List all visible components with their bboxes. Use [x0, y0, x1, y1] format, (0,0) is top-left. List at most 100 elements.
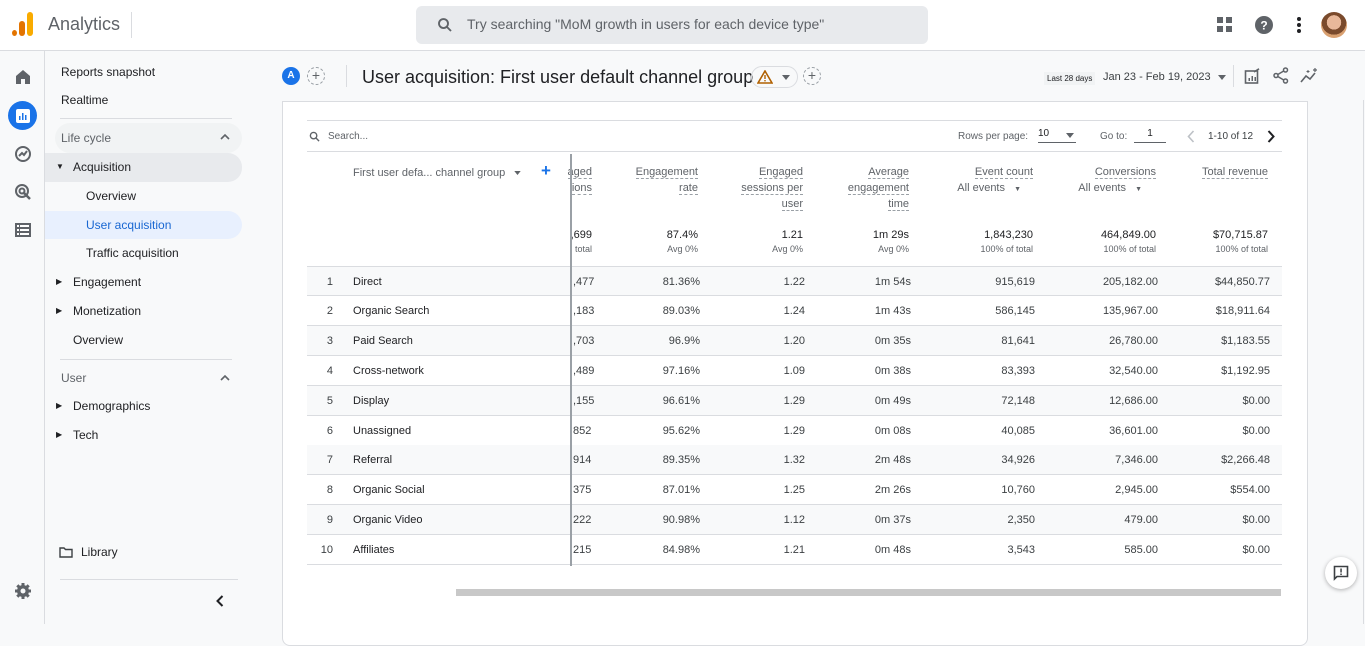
channel-name[interactable]: Referral [353, 445, 392, 475]
table-row[interactable]: 5 Display ,155 96.61% 1.29 0m 49s 72,148 12,686… [307, 385, 1282, 416]
explore-icon[interactable] [11, 142, 35, 166]
top-bar: Analytics Try searching "MoM growth in u… [0, 0, 1365, 51]
analytics-logo-icon[interactable] [12, 12, 34, 36]
metric-cell: 585.00 [1124, 544, 1158, 557]
row-index: 6 [326, 424, 333, 437]
share-icon[interactable] [1273, 67, 1289, 84]
metric-cell: $2,266.48 [1221, 454, 1270, 467]
rows-per-page-select[interactable]: 10 [1038, 128, 1076, 143]
vertical-scrollbar[interactable] [1363, 100, 1364, 624]
avatar[interactable] [1321, 12, 1347, 38]
metric-column-header[interactable]: Engagement rate [635, 164, 698, 196]
row-index: 1 [326, 276, 333, 288]
frozen-column-divider[interactable] [570, 154, 572, 566]
metric-column-header[interactable]: Average engagement time [847, 164, 909, 212]
metric-column-header[interactable]: Engaged sessions per user [741, 164, 803, 212]
metric-cell: 2,350 [1007, 514, 1035, 527]
table-row[interactable]: 2 Organic Search ,183 89.03% 1.24 1m 43s 586,1… [307, 296, 1282, 326]
table-row[interactable]: 3 Paid Search ,703 96.9% 1.20 0m 35s 81,641 26,… [307, 325, 1282, 356]
metric-column-header[interactable]: Event count All events ▼ [957, 164, 1033, 198]
sidebar-item-acquisition-overview[interactable]: Overview [86, 182, 136, 210]
sidebar-item-reports-snapshot[interactable]: Reports snapshot [61, 58, 155, 86]
settings-gear-icon[interactable] [11, 579, 35, 603]
row-index: 5 [326, 394, 333, 407]
channel-name[interactable]: Organic Video [353, 505, 423, 535]
table-row[interactable]: 7 Referral 914 89.35% 1.32 2m 48s 34,926 7,346.… [307, 445, 1282, 476]
sidebar-item-user-acquisition[interactable]: User acquisition [86, 211, 171, 239]
customize-report-icon[interactable] [1244, 68, 1261, 85]
apps-grid-icon[interactable] [1214, 14, 1236, 36]
advertising-icon[interactable] [11, 180, 35, 204]
insights-icon[interactable] [1300, 68, 1319, 84]
metric-cell: 915,619 [995, 276, 1035, 288]
channel-name[interactable]: Affiliates [353, 535, 394, 565]
configure-icon[interactable] [11, 218, 35, 242]
help-icon[interactable]: ? [1253, 14, 1275, 36]
channel-name[interactable]: Organic Social [353, 475, 425, 505]
channel-name[interactable]: Paid Search [353, 326, 413, 356]
sidebar-item-tech[interactable]: ▶ Tech [45, 421, 242, 449]
channel-name[interactable]: Cross-network [353, 356, 424, 386]
sidebar-item-realtime[interactable]: Realtime [61, 86, 108, 114]
metric-column-header[interactable]: Conversions All events ▼ [1078, 164, 1156, 198]
app-name[interactable]: Analytics [48, 14, 120, 35]
table-row[interactable]: 9 Organic Video 222 90.98% 1.12 0m 37s 2,350 47… [307, 505, 1282, 536]
table-row[interactable]: 1 Direct ,477 81.36% 1.22 1m 54s 915,619 205,18… [307, 266, 1282, 296]
goto-page-input[interactable]: 1 [1134, 128, 1166, 143]
channel-name[interactable]: Direct [353, 267, 382, 297]
metric-cell: 95.62% [662, 424, 700, 437]
metric-cell: 914 [573, 454, 592, 467]
metric-cell: 84.98% [662, 544, 700, 557]
global-search-input[interactable]: Try searching "MoM growth in users for e… [416, 6, 928, 44]
table-row[interactable]: 4 Cross-network ,489 97.16% 1.09 0m 38s 83,393… [307, 356, 1282, 386]
sidebar-item-monetization[interactable]: ▶ Monetization [45, 297, 242, 325]
sidebar-item-acquisition[interactable]: ▼ Acquisition [45, 153, 242, 181]
metric-cell: $0.00 [1242, 544, 1270, 557]
feedback-button[interactable] [1325, 557, 1357, 589]
collapse-sidebar-chevron-icon[interactable] [216, 595, 224, 607]
divider [60, 359, 232, 360]
goto-label: Go to: [1100, 131, 1128, 142]
add-comparison-button[interactable]: + [307, 67, 325, 85]
sidebar-section-user[interactable]: User [61, 364, 86, 392]
previous-page-chevron-icon[interactable] [1187, 130, 1195, 143]
metric-cell: 1.12 [783, 514, 805, 527]
sidebar-item-traffic-acquisition[interactable]: Traffic acquisition [86, 239, 179, 267]
next-page-chevron-icon[interactable] [1267, 130, 1275, 143]
chevron-up-icon[interactable] [220, 133, 230, 140]
metric-cell: 83,393 [1001, 364, 1035, 377]
metric-cell: 1.25 [783, 484, 805, 497]
comparison-segment-badge[interactable]: A [282, 67, 300, 85]
metric-column-header[interactable]: Total revenue [1201, 164, 1268, 180]
metric-event-filter[interactable]: All events ▼ [957, 180, 1033, 198]
search-placeholder: Try searching "MoM growth in users for e… [467, 16, 825, 32]
sidebar-item-library[interactable]: Library [59, 538, 179, 566]
reports-icon[interactable] [8, 101, 37, 130]
data-quality-warning-button[interactable] [751, 66, 798, 88]
table-row[interactable]: 8 Organic Social 375 87.01% 1.25 2m 26s 10,760… [307, 475, 1282, 506]
date-range-picker[interactable]: Jan 23 - Feb 19, 2023 [1103, 71, 1226, 83]
table-row[interactable]: 10 Affiliates 215 84.98% 1.21 0m 48s 3,543 585.… [307, 535, 1282, 566]
chevron-up-icon[interactable] [220, 374, 230, 381]
table-row[interactable]: 6 Unassigned 852 95.62% 1.29 0m 08s 40,085 36,6… [307, 416, 1282, 446]
sidebar-section-lifecycle[interactable]: Life cycle [61, 124, 111, 152]
channel-name[interactable]: Unassigned [353, 416, 411, 446]
metric-cell: 97.16% [662, 364, 700, 377]
sidebar-item-demographics[interactable]: ▶ Demographics [45, 392, 242, 420]
metric-cell: $1,183.55 [1221, 334, 1270, 347]
home-icon[interactable] [11, 65, 35, 89]
metric-cell: ,489 [573, 364, 595, 377]
horizontal-scrollbar[interactable] [456, 589, 1281, 596]
dimension-column-header[interactable]: First user defa... channel group [353, 165, 522, 181]
sidebar-item-lifecycle-overview[interactable]: Overview [73, 326, 123, 354]
page-range: 1-10 of 12 [1208, 131, 1254, 142]
channel-name[interactable]: Organic Search [353, 296, 429, 326]
add-dimension-button[interactable]: + [541, 161, 551, 181]
sidebar-item-engagement[interactable]: ▶ Engagement [45, 268, 242, 296]
add-filter-button[interactable]: + [803, 67, 821, 85]
table-search-input[interactable]: Search... [328, 131, 368, 142]
column-total: ,699 total [570, 229, 592, 254]
more-vert-icon[interactable] [1288, 14, 1310, 36]
channel-name[interactable]: Display [353, 386, 389, 416]
metric-event-filter[interactable]: All events ▼ [1078, 180, 1156, 198]
